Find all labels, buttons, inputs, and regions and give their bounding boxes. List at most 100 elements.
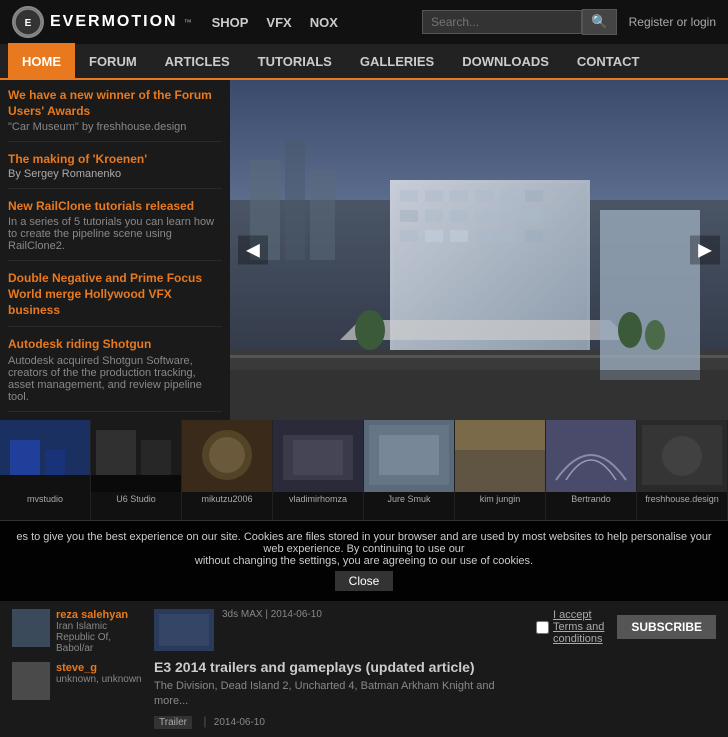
news-link-1[interactable]: We have a new winner of the Forum Users'… xyxy=(8,88,212,118)
news-item-5: Autodesk riding Shotgun Autodesk acquire… xyxy=(8,337,222,412)
thumb-label-6: kim jungin xyxy=(455,492,545,506)
user-item-2: steve_g unknown, unknown xyxy=(12,662,142,700)
terms-checkbox[interactable] xyxy=(536,621,549,634)
search-input[interactable] xyxy=(422,10,582,34)
user-loc-2: unknown, unknown xyxy=(56,674,142,685)
news-sub-5: Autodesk acquired Shotgun Software, crea… xyxy=(8,355,222,403)
article-date: 2014-06-10 xyxy=(214,717,265,728)
header-nav: SHOP VFX NOX xyxy=(212,15,338,30)
cookie-close-button[interactable]: Close xyxy=(335,571,394,591)
thumb-4[interactable]: vladimirhomza xyxy=(273,420,364,520)
cookie-bar: es to give you the best experience on ou… xyxy=(0,520,728,601)
nav-forum[interactable]: FORUM xyxy=(75,43,151,79)
thumb-img-3 xyxy=(182,420,272,492)
main-nav: HOME FORUM ARTICLES TUTORIALS GALLERIES … xyxy=(0,44,728,80)
news-item-4: Double Negative and Prime Focus World me… xyxy=(8,271,222,327)
main-article-meta: Trailer | 2014-06-10 xyxy=(154,714,524,729)
small-article-info: 3ds MAX | 2014-06-10 xyxy=(222,609,322,651)
thumb-3[interactable]: mikutzu2006 xyxy=(182,420,273,520)
bottom-articles: 3ds MAX | 2014-06-10 E3 2014 trailers an… xyxy=(154,609,524,729)
small-article-thumb xyxy=(154,609,214,651)
bottom-area: reza salehyan Iran Islamic Republic Of, … xyxy=(0,601,728,737)
thumb-label-3: mikutzu2006 xyxy=(182,492,272,506)
nav-home[interactable]: HOME xyxy=(8,43,75,79)
nav-galleries[interactable]: GALLERIES xyxy=(346,43,448,79)
search-button[interactable]: 🔍 xyxy=(582,9,617,35)
header-nav-vfx[interactable]: VFX xyxy=(266,15,291,30)
subscribe-button[interactable]: SUBSCRIBE xyxy=(617,615,716,639)
sidebar: We have a new winner of the Forum Users'… xyxy=(0,80,230,420)
content-area: We have a new winner of the Forum Users'… xyxy=(0,80,728,420)
terms-label[interactable]: I accept Terms and conditions xyxy=(553,609,611,645)
nav-tutorials[interactable]: TUTORIALS xyxy=(244,43,346,79)
nav-contact[interactable]: CONTACT xyxy=(563,43,654,79)
hero-prev-arrow[interactable]: ◀ xyxy=(238,236,268,265)
news-sub-1: "Car Museum" by freshhouse.design xyxy=(8,121,222,133)
news-link-3[interactable]: New RailClone tutorials released xyxy=(8,199,194,213)
nav-downloads[interactable]: DOWNLOADS xyxy=(448,43,563,79)
main-article-desc: The Division, Dead Island 2, Uncharted 4… xyxy=(154,679,524,710)
header: E EVERMOTION ™ SHOP VFX NOX 🔍 Register or… xyxy=(0,0,728,44)
thumb-label-1: mvstudio xyxy=(0,492,90,506)
thumb-5[interactable]: Jure Smuk xyxy=(364,420,455,520)
thumb-label-2: U6 Studio xyxy=(91,492,181,506)
logo-text: EVERMOTION xyxy=(50,13,178,31)
header-nav-shop[interactable]: SHOP xyxy=(212,15,249,30)
user-avatar-1 xyxy=(12,609,50,647)
subscribe-row: I accept Terms and conditions SUBSCRIBE xyxy=(536,609,716,645)
cookie-text: es to give you the best experience on ou… xyxy=(16,531,711,555)
thumb-6[interactable]: kim jungin xyxy=(455,420,546,520)
user-info-2: steve_g unknown, unknown xyxy=(56,662,142,685)
news-item-1: We have a new winner of the Forum Users'… xyxy=(8,88,222,142)
thumbnails-row: mvstudio U6 Studio mikutzu2006 vladimirh… xyxy=(0,420,728,520)
cookie-text2: without changing the settings, you are a… xyxy=(195,555,533,567)
main-article-title[interactable]: E3 2014 trailers and gameplays (updated … xyxy=(154,659,524,675)
main-article: E3 2014 trailers and gameplays (updated … xyxy=(154,659,524,729)
logo: E EVERMOTION ™ xyxy=(12,6,192,38)
user-name-2[interactable]: steve_g xyxy=(56,662,142,674)
news-byline-2: By Sergey Romanenko xyxy=(8,168,222,180)
nav-articles[interactable]: ARTICLES xyxy=(151,43,244,79)
logo-tm: ™ xyxy=(184,18,192,27)
news-link-2[interactable]: The making of 'Kroenen' xyxy=(8,152,147,166)
thumb-img-2 xyxy=(91,420,181,492)
subscribe-checkbox-container: I accept Terms and conditions xyxy=(536,609,611,645)
news-item-2: The making of 'Kroenen' By Sergey Romane… xyxy=(8,152,222,189)
thumb-1[interactable]: mvstudio xyxy=(0,420,91,520)
thumb-7[interactable]: Bertrando xyxy=(546,420,637,520)
thumb-img-1 xyxy=(0,420,90,492)
svg-text:E: E xyxy=(25,18,32,29)
thumb-label-8: freshhouse.design xyxy=(637,492,727,506)
user-item-1: reza salehyan Iran Islamic Republic Of, … xyxy=(12,609,142,654)
hero-next-arrow[interactable]: ▶ xyxy=(690,236,720,265)
user-info-1: reza salehyan Iran Islamic Republic Of, … xyxy=(56,609,142,654)
hero-bg xyxy=(230,80,728,420)
news-sub-3: In a series of 5 tutorials you can learn… xyxy=(8,216,222,252)
bottom-subscribe: I accept Terms and conditions SUBSCRIBE xyxy=(536,609,716,729)
news-link-5[interactable]: Autodesk riding Shotgun xyxy=(8,337,151,351)
bottom-users: reza salehyan Iran Islamic Republic Of, … xyxy=(12,609,142,729)
thumb-8[interactable]: freshhouse.design xyxy=(637,420,728,520)
news-link-4[interactable]: Double Negative and Prime Focus World me… xyxy=(8,271,202,316)
thumb-label-5: Jure Smuk xyxy=(364,492,454,506)
hero-image: ◀ ▶ xyxy=(230,80,728,420)
thumb-label-4: vladimirhomza xyxy=(273,492,363,506)
thumb-img-6 xyxy=(455,420,545,492)
small-article: 3ds MAX | 2014-06-10 xyxy=(154,609,524,651)
news-item-3: New RailClone tutorials released In a se… xyxy=(8,199,222,262)
user-loc-1: Iran Islamic Republic Of, Babol/ar xyxy=(56,621,142,654)
article-tag: Trailer xyxy=(154,716,192,729)
header-nav-nox[interactable]: NOX xyxy=(310,15,338,30)
search-box: 🔍 xyxy=(422,9,617,35)
thumb-img-8 xyxy=(637,420,727,492)
logo-icon: E xyxy=(12,6,44,38)
thumb-img-7 xyxy=(546,420,636,492)
small-article-author: 3ds MAX | 2014-06-10 xyxy=(222,609,322,620)
user-name-1[interactable]: reza salehyan xyxy=(56,609,142,621)
register-link[interactable]: Register or login xyxy=(629,15,716,29)
thumb-label-7: Bertrando xyxy=(546,492,636,506)
thumb-img-4 xyxy=(273,420,363,492)
thumb-2[interactable]: U6 Studio xyxy=(91,420,182,520)
thumb-img-5 xyxy=(364,420,454,492)
user-avatar-2 xyxy=(12,662,50,700)
